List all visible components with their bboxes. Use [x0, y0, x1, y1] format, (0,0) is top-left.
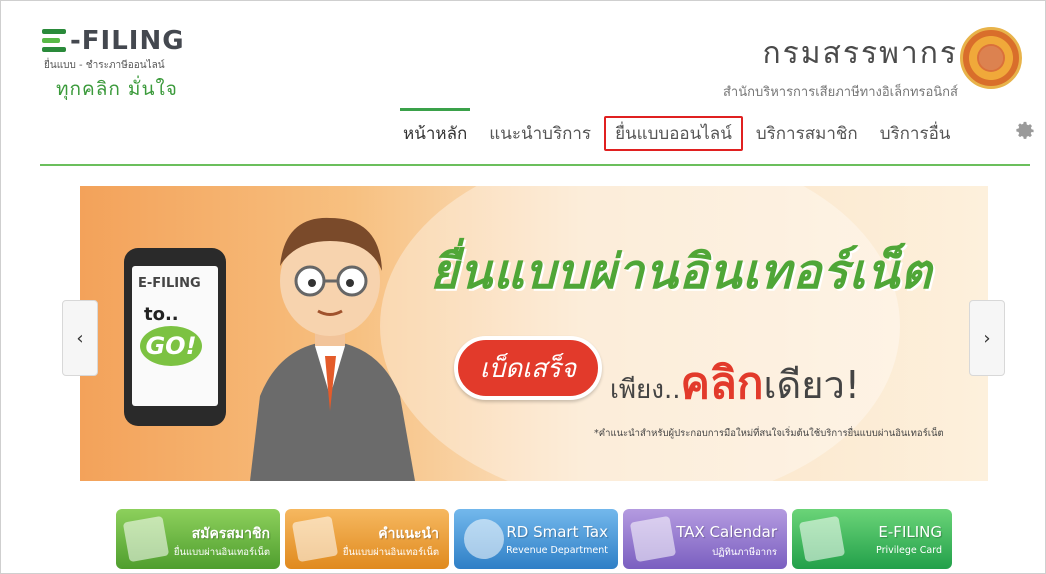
department-name: กรมสรรพากร — [762, 36, 958, 71]
quick-link-guide[interactable]: คำแนะนำ ยื่นแบบผ่านอินเทอร์เน็ต — [285, 509, 449, 569]
department-subtitle: สำนักบริหารการเสียภาษีทางอิเล็กทรอนิกส์ — [722, 85, 958, 100]
department-block: กรมสรรพากร สำนักบริหารการเสียภาษีทางอิเล… — [723, 30, 958, 102]
register-icon — [122, 515, 170, 563]
quick-link-subtitle: ยื่นแบบผ่านอินเทอร์เน็ต — [342, 547, 439, 558]
quick-link-subtitle: ปฏิทินภาษีอากร — [712, 547, 777, 558]
banner-pill: เบ็ดเสร็จ — [454, 336, 602, 400]
logo-subtitle: ยื่นแบบ - ชำระภาษีออนไลน์ — [44, 60, 165, 71]
nav-item-member-services[interactable]: บริการสมาชิก — [745, 116, 869, 151]
efiling-logo[interactable]: -FILING ยื่นแบบ - ชำระภาษีออนไลน์ ทุกคลิ… — [42, 26, 185, 104]
quick-link-privilege-card[interactable]: E-FILING Privilege Card — [792, 509, 952, 569]
quick-link-subtitle: Revenue Department — [506, 545, 608, 556]
quick-link-title: E-FILING — [878, 523, 942, 541]
logo-title: -FILING — [42, 26, 185, 56]
nav-item-other-services[interactable]: บริการอื่น — [869, 116, 962, 151]
nav-item-home[interactable]: หน้าหลัก — [392, 108, 478, 151]
quick-link-title: TAX Calendar — [676, 523, 777, 541]
businessman-illustration — [250, 217, 415, 481]
nav-item-services-intro[interactable]: แนะนำบริการ — [478, 116, 602, 151]
banner-post-text: เดียว! — [763, 363, 861, 407]
banner-oneclick-text: เพียง..คลิกเดียว! — [610, 348, 860, 418]
calendar-icon — [629, 515, 677, 563]
phone-logo: E-FILING — [138, 276, 201, 291]
smart-tax-icon — [460, 515, 508, 563]
nav-divider — [40, 164, 1030, 166]
card-icon — [798, 515, 846, 563]
quick-link-tax-calendar[interactable]: TAX Calendar ปฏิทินภาษีอากร — [623, 509, 787, 569]
quick-link-title: คำแนะนำ — [378, 526, 439, 542]
logo-slogan: ทุกคลิก มั่นใจ — [56, 78, 178, 100]
main-nav: หน้าหลัก แนะนำบริการ ยื่นแบบออนไลน์ บริก… — [392, 108, 962, 151]
quick-link-title: RD Smart Tax — [506, 523, 608, 541]
carousel-prev-button[interactable]: ‹ — [62, 300, 98, 376]
quick-link-title: สมัครสมาชิก — [191, 526, 270, 542]
quick-link-subtitle: ยื่นแบบผ่านอินเทอร์เน็ต — [173, 547, 270, 558]
nav-item-file-online[interactable]: ยื่นแบบออนไลน์ — [604, 116, 743, 151]
banner-headline: ยื่นแบบผ่านอินเทอร์เน็ต — [430, 244, 933, 300]
promo-banner[interactable]: E-FILING to.. GO! ยื่นแบบผ่านอินเทอร์เน็… — [80, 186, 988, 481]
phone-to-text: to.. — [144, 304, 179, 325]
quick-link-register[interactable]: สมัครสมาชิก ยื่นแบบผ่านอินเทอร์เน็ต — [116, 509, 280, 569]
carousel-next-button[interactable]: › — [969, 300, 1005, 376]
phone-go-badge: GO! — [140, 326, 202, 366]
banner-pre-text: เพียง.. — [610, 375, 681, 405]
banner-big-text: คลิก — [680, 358, 764, 409]
quick-link-smart-tax[interactable]: RD Smart Tax Revenue Department — [454, 509, 618, 569]
guide-icon — [291, 515, 339, 563]
logo-e-icon — [42, 29, 68, 53]
logo-text: -FILING — [70, 26, 185, 56]
quick-link-subtitle: Privilege Card — [876, 545, 942, 556]
gear-icon[interactable] — [1014, 120, 1036, 142]
department-seal-icon — [960, 27, 1022, 89]
banner-note: *คำแนะนำสำหรับผู้ประกอบการมือใหม่ที่สนใจ… — [594, 428, 944, 439]
